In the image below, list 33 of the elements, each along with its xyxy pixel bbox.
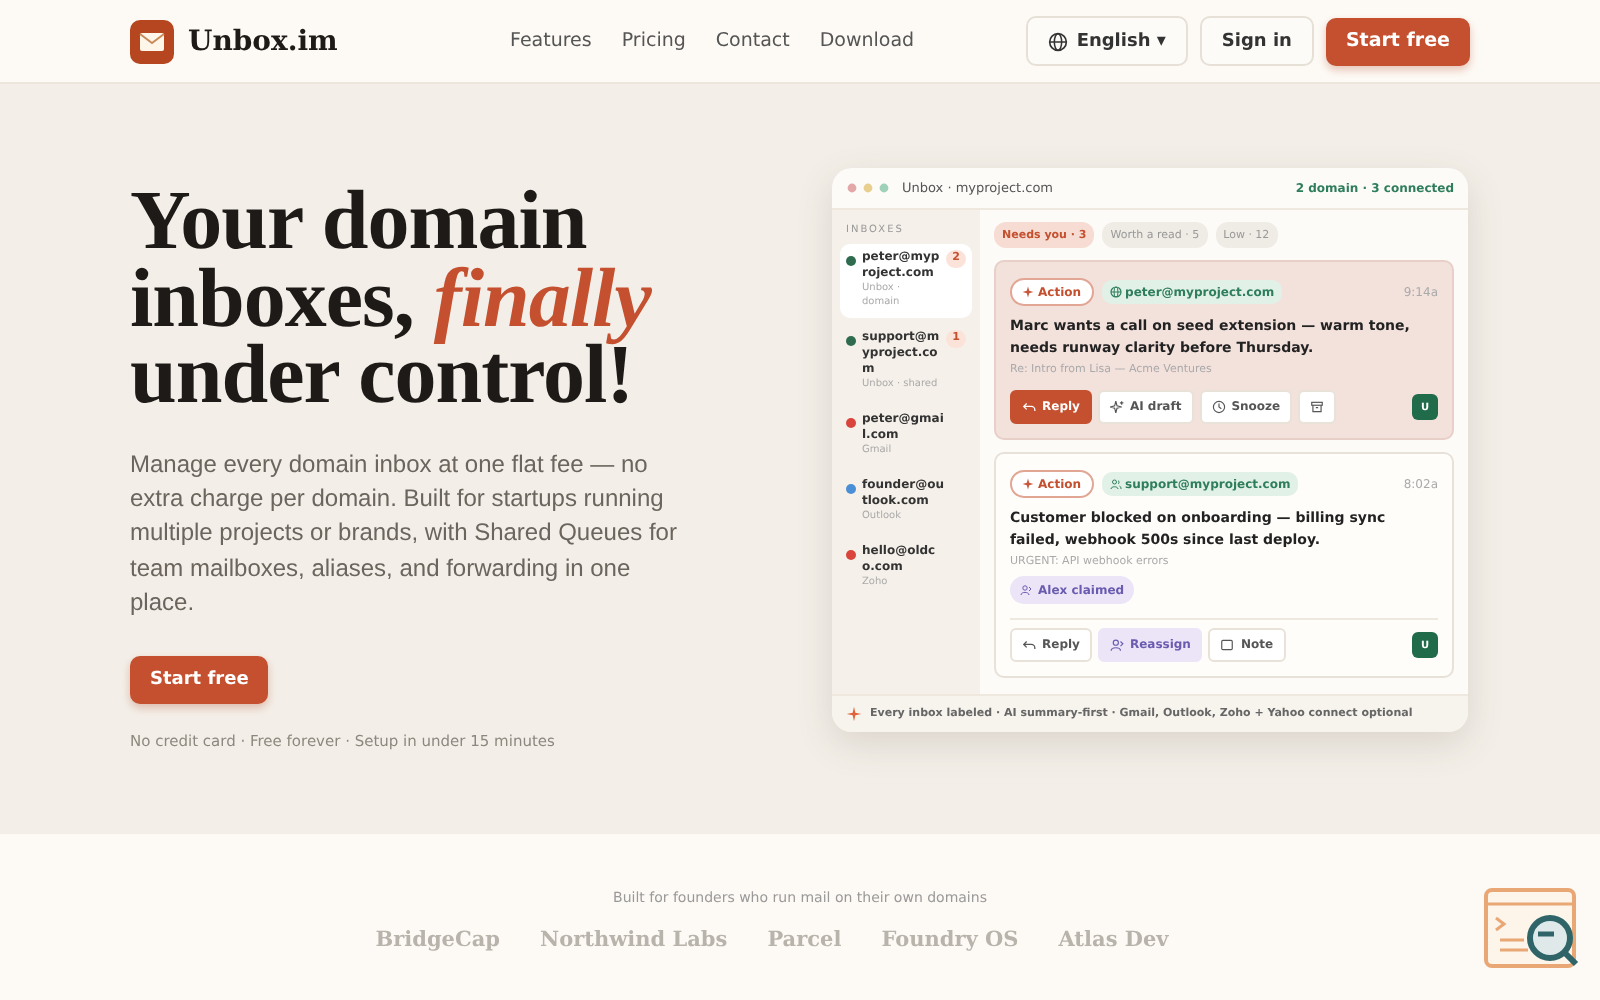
- customer-logo: Atlas Dev: [1058, 928, 1169, 952]
- envelope-logo-icon: [130, 19, 174, 63]
- person-icon: [1109, 638, 1124, 652]
- customer-logo: BridgeCap: [375, 928, 500, 952]
- globe-icon: [1109, 286, 1122, 298]
- globe-icon: [1048, 31, 1069, 51]
- customer-logo: Parcel: [767, 928, 842, 952]
- start-free-button[interactable]: Start free: [130, 655, 269, 704]
- note-icon: [1220, 638, 1235, 652]
- clock-icon: [1211, 400, 1226, 414]
- customer-logo: Foundry OS: [881, 928, 1019, 952]
- customer-logo: Northwind Labs: [539, 928, 728, 952]
- sign-in-button[interactable]: Sign in: [1199, 16, 1314, 66]
- headline: Your domain inboxes, finally under control!: [130, 184, 654, 415]
- reply-icon: [1022, 400, 1036, 414]
- sparkle-icon: [1022, 286, 1034, 298]
- sparkle-icon: [1022, 478, 1034, 490]
- sparkle-icon: [1109, 400, 1124, 414]
- sparkle-icon: [846, 706, 862, 722]
- nav-link[interactable]: Download: [819, 30, 915, 52]
- people-icon: [1109, 478, 1122, 490]
- person-icon: [1020, 584, 1032, 596]
- nav-link[interactable]: Features: [510, 30, 592, 52]
- hero-description: Manage every domain inbox at one flat fee — no extra charge per domain. Built for startups running multiple projects or brands, with Shared Queues for team mailboxes, aliases, and forwarding in one place.: [130, 447, 679, 621]
- nav-link[interactable]: Pricing: [621, 30, 686, 52]
- reply-icon: [1022, 638, 1036, 652]
- start-free-button[interactable]: Start free: [1325, 17, 1470, 65]
- archive-button[interactable]: [1298, 390, 1337, 424]
- brand-name: Unbox.im: [188, 25, 338, 57]
- archive-icon: [1310, 400, 1325, 414]
- language-button[interactable]: English ▾: [1026, 16, 1188, 66]
- window-dots-icon: [846, 182, 890, 194]
- nav-link[interactable]: Contact: [715, 30, 790, 52]
